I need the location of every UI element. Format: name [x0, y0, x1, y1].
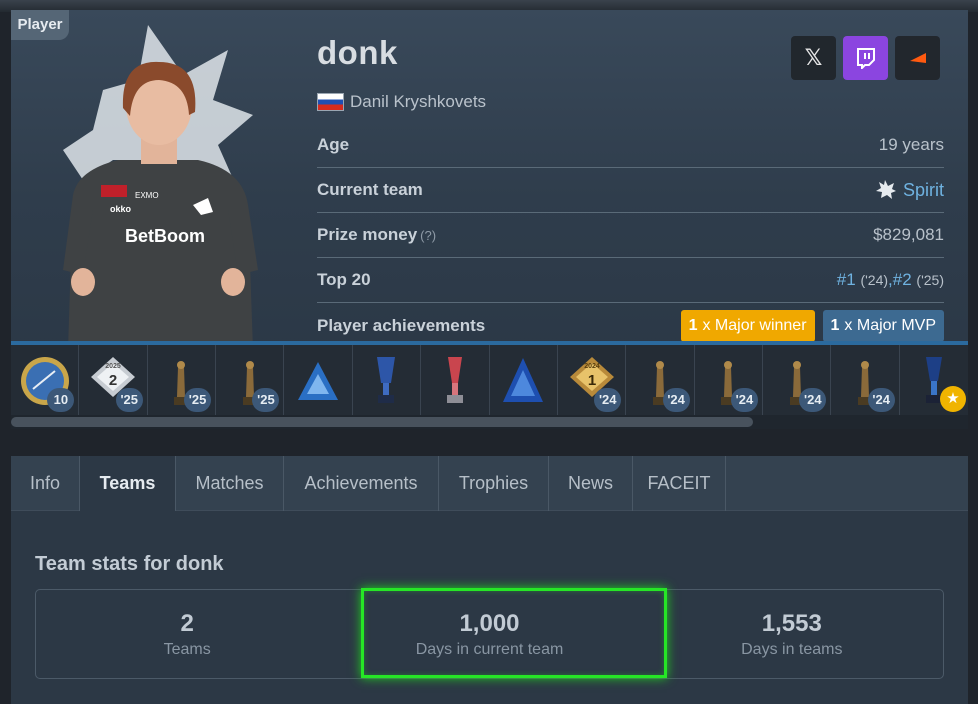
trophy-blast-triangle[interactable] [284, 345, 353, 417]
trophy-2024-first-place[interactable]: 2024 1 '24 [558, 345, 627, 417]
trophy-statue[interactable]: '25 [216, 345, 285, 417]
svg-text:2: 2 [109, 372, 117, 389]
top20-label: Top 20 [317, 270, 371, 289]
trophy-statue[interactable]: '25 [148, 345, 217, 417]
trophy-list: 10 2025 2 '25 '25 '25 2024 1 '24 '24 '24… [11, 345, 968, 417]
current-team-label: Current team [317, 180, 423, 199]
stat-teams-value: 2 [180, 609, 194, 637]
svg-text:BetBoom: BetBoom [125, 226, 205, 246]
trophy-badge: 10 [47, 388, 75, 412]
trophy-statue[interactable]: '24 [831, 345, 900, 417]
stat-days-current-value: 1,000 [459, 609, 520, 637]
trophy-red-cup[interactable] [421, 345, 490, 417]
trophy-blue-cup[interactable] [353, 345, 422, 417]
trophy-scrollbar-thumb[interactable] [11, 417, 753, 427]
tab-trophies[interactable]: Trophies [439, 456, 549, 511]
svg-text:2025: 2025 [105, 363, 121, 370]
trophy-statue[interactable]: '24 [626, 345, 695, 417]
svg-text:1: 1 [587, 372, 595, 389]
trophy-strip: 10 2025 2 '25 '25 '25 2024 1 '24 '24 '24… [11, 341, 968, 429]
stat-days-in-teams: 1,553 Days in teams [641, 590, 943, 678]
svg-text:2024: 2024 [584, 363, 600, 370]
major-winner-badge[interactable]: 1x Major winner [680, 309, 815, 342]
player-real-name: Danil Kryshkovets [350, 92, 487, 111]
stat-days-current-caption: Days in current team [415, 640, 564, 658]
current-team-row: Current team Spirit [317, 168, 944, 213]
top20-year-2024: ('24) [860, 272, 889, 288]
svg-text:EXMO: EXMO [135, 191, 159, 200]
achievements-label: Player achievements [317, 315, 486, 335]
trophy-badge: '25 [184, 388, 212, 412]
russia-flag-icon [317, 93, 344, 111]
trophy-badge: '24 [594, 388, 622, 412]
star-icon: ★ [940, 386, 967, 412]
stat-days-total-value: 1,553 [761, 609, 822, 637]
team-stats-box: 2 Teams 1,000 Days in current team 1,553… [35, 588, 944, 679]
tab-achievements[interactable]: Achievements [284, 456, 439, 511]
stat-teams-caption: Teams [163, 640, 211, 658]
trophy-2025-second-place[interactable]: 2025 2 '25 [79, 345, 148, 417]
trophy-statue[interactable]: '24 [695, 345, 763, 417]
x-icon[interactable]: 𝕏 [791, 36, 836, 80]
tab-news[interactable]: News [549, 456, 633, 511]
top20-value: #1 ('24),#2 ('25) [836, 270, 944, 289]
tab-teams[interactable]: Teams [80, 456, 176, 511]
tab-faceit[interactable]: FACEIT [633, 456, 726, 511]
svg-text:okko: okko [110, 204, 132, 214]
stat-days-total-caption: Days in teams [741, 640, 843, 658]
age-label: Age [317, 135, 350, 154]
prize-help-link[interactable]: (?) [420, 228, 436, 243]
top20-year-2025: ('25) [916, 272, 944, 288]
social-links: 𝕏 [791, 36, 940, 80]
top20-rank-2024-link[interactable]: #1 [837, 270, 856, 289]
trophy-statue[interactable]: '24 [763, 345, 832, 417]
trophy-blast-triangle[interactable] [490, 345, 558, 417]
trophy-scrollbar[interactable] [11, 415, 968, 429]
prize-money-value: $829,081 [873, 225, 944, 244]
player-info-table: Age 19 years Current team Spirit Prize m… [317, 123, 944, 348]
tab-matches[interactable]: Matches [176, 456, 284, 511]
current-team-name: Spirit [902, 179, 944, 200]
spirit-logo-icon [875, 180, 896, 199]
prize-money-row: Prize money (?) $829,081 [317, 213, 944, 258]
team-stats-title: Team stats for donk [35, 553, 224, 575]
player-nickname: donk [317, 34, 398, 71]
tab-info[interactable]: Info [11, 456, 80, 511]
trophy-mvp[interactable]: ★ [900, 345, 968, 417]
major-mvp-badge[interactable]: 1x Major MVP [822, 309, 944, 342]
trophy-medal[interactable]: 10 [11, 345, 80, 417]
twitch-icon[interactable] [843, 36, 888, 80]
trophy-badge: '24 [730, 388, 758, 412]
faceit-icon[interactable] [895, 36, 940, 80]
real-name-row: Danil Kryshkovets [317, 91, 486, 113]
age-value: 19 years [878, 135, 944, 154]
player-card: Player BetBoom EXMO okko donk Danil Krys… [11, 10, 968, 429]
top20-row: Top 20 #1 ('24),#2 ('25) [317, 258, 944, 303]
trophy-badge: '24 [662, 388, 690, 412]
trophy-badge: '24 [867, 388, 895, 412]
prize-money-label: Prize money (?) [317, 225, 437, 244]
stat-teams: 2 Teams [36, 590, 338, 678]
player-photo: BetBoom EXMO okko [53, 20, 263, 350]
profile-panel: Info Teams Matches Achievements Trophies… [11, 456, 968, 704]
trophy-badge: '25 [115, 388, 143, 412]
trophy-badge: '24 [799, 388, 827, 412]
trophy-badge: '25 [252, 388, 280, 412]
profile-tabs: Info Teams Matches Achievements Trophies… [11, 456, 968, 511]
stat-days-current-team: 1,000 Days in current team [338, 590, 640, 678]
top20-rank-2025-link[interactable]: #2 [893, 270, 912, 289]
achievement-badges: 1x Major winner 1 x Major MVP [680, 309, 944, 342]
age-row: Age 19 years [317, 123, 944, 168]
current-team-link[interactable]: Spirit [875, 179, 944, 201]
